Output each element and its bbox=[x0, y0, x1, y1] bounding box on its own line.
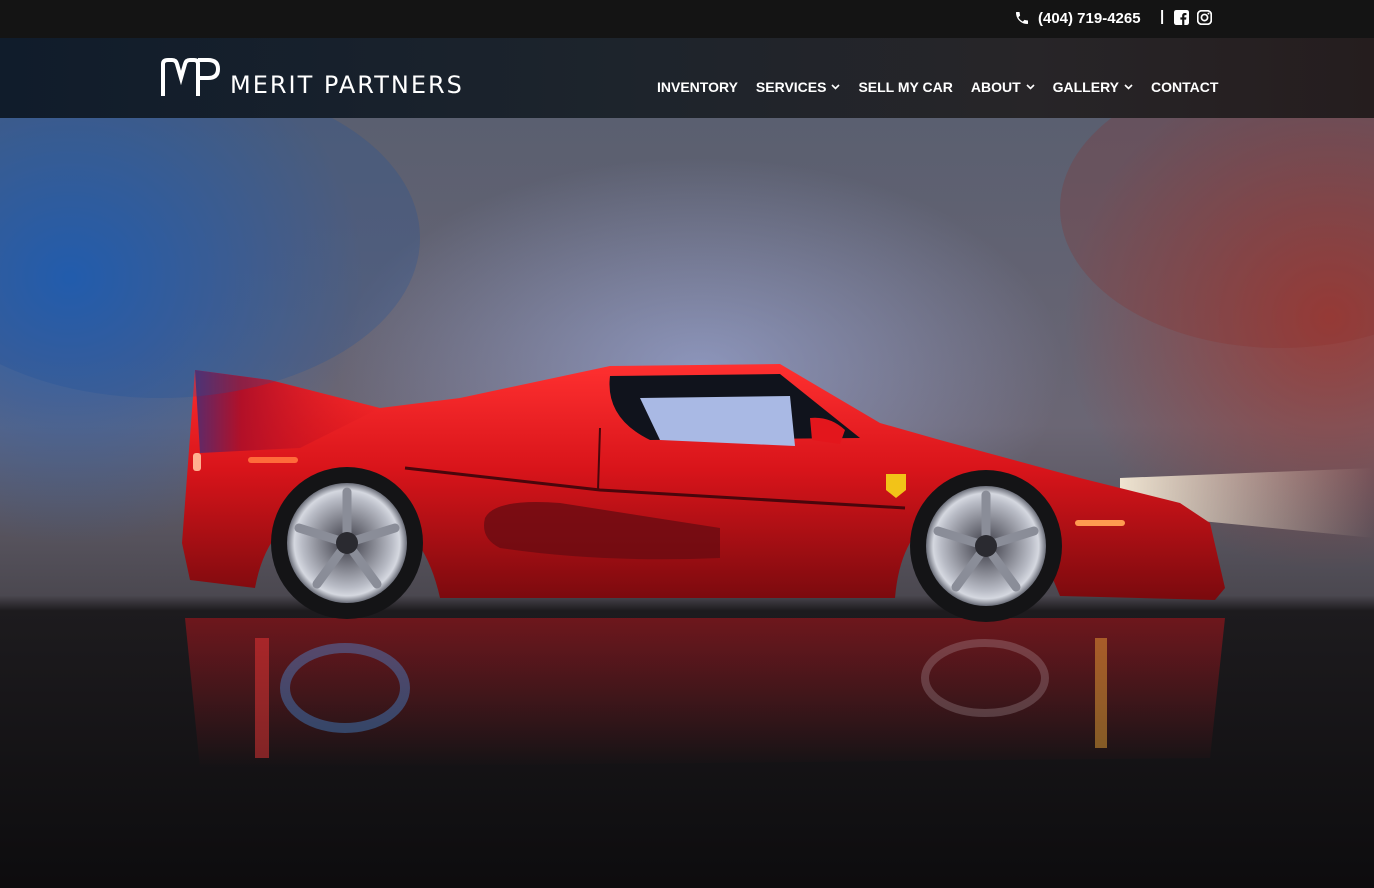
hero-banner bbox=[0, 118, 1374, 888]
brand-name: MERIT PARTNERS bbox=[230, 71, 464, 99]
rear-wheel bbox=[271, 467, 423, 619]
nav-item-label: ABOUT bbox=[970, 79, 1021, 95]
phone-link[interactable]: (404) 719-4265 bbox=[1014, 8, 1141, 28]
main-nav: INVENTORY SERVICES SELL MY CAR ABOUT GAL… bbox=[657, 78, 1218, 96]
nav-item-label: CONTACT bbox=[1151, 79, 1219, 95]
facebook-icon[interactable] bbox=[1174, 10, 1189, 25]
chevron-down-icon bbox=[831, 84, 841, 90]
chevron-down-icon bbox=[1026, 84, 1035, 90]
nav-item-contact[interactable]: CONTACT bbox=[1151, 79, 1218, 95]
nav-item-sell-my-car[interactable]: SELL MY CAR bbox=[858, 79, 952, 95]
nav-item-label: GALLERY bbox=[1052, 79, 1119, 95]
top-utility-bar: (404) 719-4265 | bbox=[0, 0, 1374, 38]
nav-item-label: SERVICES bbox=[755, 79, 827, 95]
nav-item-services[interactable]: SERVICES bbox=[756, 79, 841, 95]
nav-item-inventory[interactable]: INVENTORY bbox=[657, 79, 738, 95]
red-sports-car-image bbox=[0, 118, 1374, 768]
separator: | bbox=[1160, 8, 1165, 25]
mp-monogram-logo bbox=[161, 58, 220, 96]
instagram-icon[interactable] bbox=[1197, 10, 1212, 25]
nav-item-gallery[interactable]: GALLERY bbox=[1053, 79, 1133, 95]
nav-item-about[interactable]: ABOUT bbox=[971, 79, 1035, 95]
nav-item-label: INVENTORY bbox=[657, 79, 738, 95]
front-wheel bbox=[910, 470, 1062, 622]
chevron-down-icon bbox=[1124, 84, 1133, 90]
phone-number: (404) 719-4265 bbox=[1038, 9, 1141, 27]
nav-item-label: SELL MY CAR bbox=[858, 79, 953, 95]
brand-logo[interactable]: MERIT PARTNERS bbox=[160, 58, 464, 98]
phone-icon bbox=[1016, 12, 1028, 24]
site-header: MERIT PARTNERS INVENTORY SERVICES SELL M… bbox=[0, 38, 1374, 118]
